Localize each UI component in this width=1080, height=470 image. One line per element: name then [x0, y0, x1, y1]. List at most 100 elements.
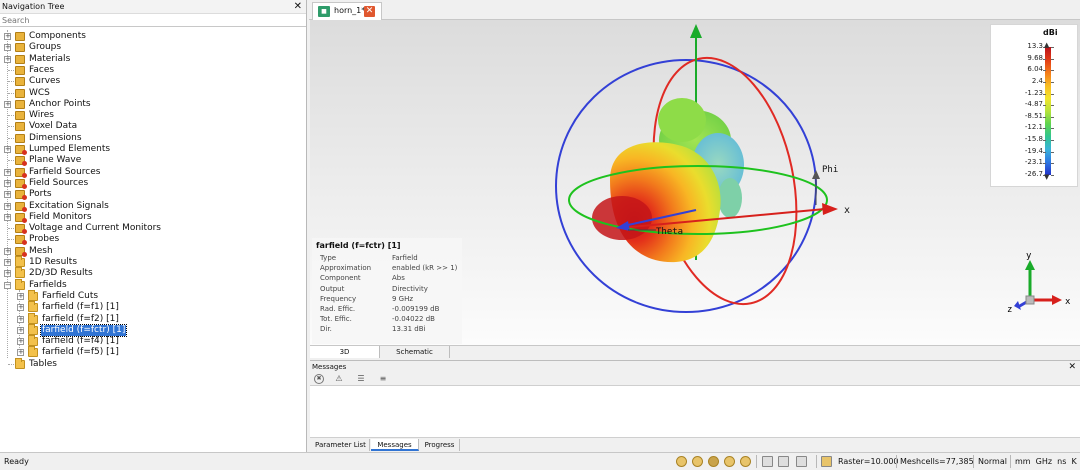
tree-item[interactable]: Voltage and Current Monitors: [0, 223, 300, 235]
expand-icon[interactable]: +: [4, 55, 11, 63]
tree-item[interactable]: + Groups: [0, 42, 300, 53]
info-row: Output Directivity: [312, 284, 462, 294]
expand-icon[interactable]: +: [4, 213, 11, 221]
info-filter-icon[interactable]: ☰: [356, 374, 366, 384]
tree-item[interactable]: + farfield (f=f4) [1]: [0, 335, 300, 347]
tree-item[interactable]: + Farfield Sources: [0, 167, 300, 178]
tree-item[interactable]: + Excitation Signals: [0, 201, 300, 212]
colorbar-tick-mark: [1051, 70, 1054, 72]
info-row: Tot. Effic. -0.04022 dB: [312, 314, 462, 324]
collapse-icon[interactable]: −: [4, 281, 11, 289]
triad-y-label: y: [1026, 251, 1032, 261]
tree-item[interactable]: Probes: [0, 234, 300, 246]
expand-icon[interactable]: +: [4, 259, 11, 266]
messages-panel: Messages ✕ ✖ ⚠ ☰ ≡ Parameter List Messag…: [310, 360, 1080, 452]
tree-item[interactable]: + Components: [0, 31, 300, 42]
tree-item[interactable]: + Anchor Points: [0, 99, 300, 110]
clear-messages-icon[interactable]: ✖: [314, 374, 324, 384]
object-folder-icon: [15, 65, 25, 75]
messages-toolbar: ✖ ⚠ ☰ ≡: [310, 373, 1080, 386]
colorbar-min-marker: ▼: [1044, 173, 1050, 181]
mesh-view-icon[interactable]: [821, 456, 832, 467]
tree-item[interactable]: + Field Sources: [0, 178, 300, 189]
list-options-icon[interactable]: ≡: [378, 374, 388, 384]
units-readout[interactable]: mm GHz ns K: [1015, 453, 1077, 470]
zoom-in-icon[interactable]: [724, 456, 735, 467]
rotate-icon[interactable]: [708, 456, 719, 467]
tree-item[interactable]: Dimensions: [0, 133, 300, 144]
pan-icon[interactable]: [692, 456, 703, 467]
tree-connector: [8, 69, 14, 71]
expand-icon[interactable]: +: [4, 179, 11, 187]
tree-item-label: Ports: [29, 189, 52, 200]
tree-item[interactable]: + Mesh: [0, 246, 300, 257]
tree-item[interactable]: + farfield (f=f5) [1]: [0, 346, 300, 358]
cube-view-icon[interactable]: [796, 456, 807, 467]
expand-icon[interactable]: +: [4, 33, 11, 40]
info-key: Dir.: [320, 325, 332, 334]
colorbar-tick-mark: [1051, 93, 1054, 95]
tree-item[interactable]: Curves: [0, 76, 300, 87]
tab-3d[interactable]: 3D: [310, 346, 380, 358]
messages-list[interactable]: [310, 386, 1080, 438]
fit-view-icon[interactable]: [762, 456, 773, 467]
tree-item[interactable]: − Farfields: [0, 278, 300, 291]
expand-icon[interactable]: +: [4, 202, 11, 210]
source-folder-icon: [15, 167, 27, 178]
colorbar-unit: dBi: [1043, 28, 1058, 37]
tab-parameter-list[interactable]: Parameter List: [312, 439, 370, 451]
warning-filter-icon[interactable]: ⚠: [334, 374, 344, 384]
expand-icon[interactable]: +: [4, 146, 11, 153]
expand-icon[interactable]: +: [17, 304, 24, 312]
tree-item[interactable]: + Field Monitors: [0, 212, 300, 223]
frame-icon[interactable]: [778, 456, 789, 467]
expand-icon[interactable]: +: [4, 44, 11, 52]
tree-item[interactable]: Plane Wave: [0, 155, 300, 167]
tab-messages[interactable]: Messages: [371, 439, 419, 451]
tree-item[interactable]: + Materials: [0, 54, 300, 65]
tree-item[interactable]: WCS: [0, 88, 300, 99]
tree-item[interactable]: + farfield (f=fctr) [1]: [0, 323, 300, 337]
folder-icon: [15, 267, 25, 279]
tree-item[interactable]: + farfield (f=f2) [1]: [0, 312, 300, 325]
expand-icon[interactable]: +: [17, 292, 24, 300]
tree-item[interactable]: + Ports: [0, 189, 300, 201]
tree-item-label: Anchor Points: [29, 98, 91, 109]
mode-readout[interactable]: Normal: [978, 453, 1007, 470]
expand-icon[interactable]: +: [17, 326, 24, 334]
tree-item[interactable]: + farfield (f=f1) [1]: [0, 301, 300, 313]
source-folder-icon: [15, 246, 27, 257]
expand-icon[interactable]: +: [17, 315, 24, 323]
tree-item[interactable]: Faces: [0, 65, 300, 76]
expand-icon[interactable]: +: [4, 191, 11, 199]
tree-item[interactable]: +2D/3D Results: [0, 267, 300, 279]
3d-viewport[interactable]: x Phi Theta y x z farfield (f=fctr) [1] …: [310, 20, 1080, 345]
tree-item[interactable]: Voxel Data: [0, 121, 300, 132]
tree-item[interactable]: Tables: [0, 357, 300, 370]
tab-schematic[interactable]: Schematic: [380, 346, 450, 358]
close-icon[interactable]: ✕: [1068, 361, 1076, 373]
close-icon[interactable]: ✕: [294, 0, 302, 14]
tree-item[interactable]: + Farfield Cuts: [0, 289, 300, 302]
status-separator: [756, 455, 757, 468]
expand-icon[interactable]: +: [17, 349, 24, 357]
expand-icon[interactable]: +: [4, 270, 11, 278]
tab-close-icon[interactable]: ✕: [364, 6, 375, 17]
tab-progress[interactable]: Progress: [420, 439, 460, 451]
zoom-icon[interactable]: [676, 456, 687, 467]
expand-icon[interactable]: +: [4, 247, 11, 255]
info-value: 13.31 dBi: [392, 325, 426, 334]
reset-view-icon[interactable]: [740, 456, 751, 467]
status-ready: Ready: [4, 457, 29, 466]
expand-icon[interactable]: +: [17, 338, 24, 346]
tree-search-input[interactable]: [0, 14, 306, 27]
tab-label: horn_1*: [334, 6, 366, 15]
tree-item[interactable]: +1D Results: [0, 256, 300, 268]
tab-horn-1[interactable]: ■ horn_1* ✕: [312, 2, 382, 20]
tree-item[interactable]: Wires: [0, 110, 300, 121]
expand-icon[interactable]: +: [4, 168, 11, 176]
colorbar-tick-label: -1.23: [1024, 88, 1043, 97]
colorbar-tick-label: 2.4: [1031, 76, 1043, 85]
expand-icon[interactable]: +: [4, 100, 11, 108]
tree-item[interactable]: + Lumped Elements: [0, 144, 300, 155]
